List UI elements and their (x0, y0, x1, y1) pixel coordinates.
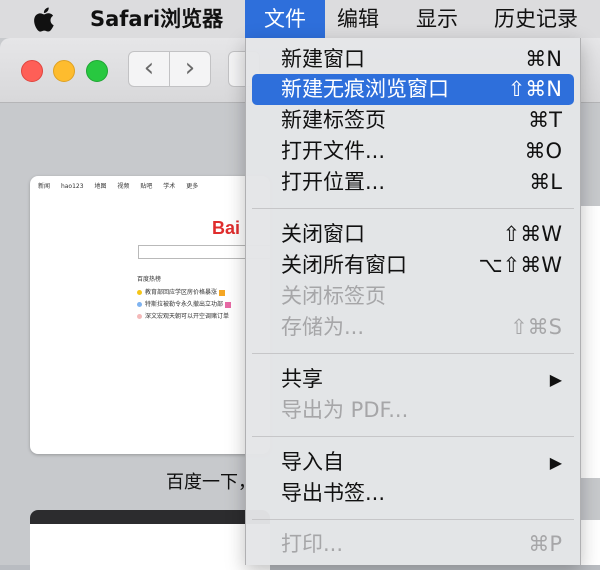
menu-item-close-tab: 关闭标签页 (281, 284, 386, 308)
menu-item-export-pdf: 导出为 PDF... (281, 398, 409, 422)
rank-dot-icon (137, 302, 142, 307)
minimize-window-button[interactable] (53, 60, 75, 82)
zoom-window-button[interactable] (86, 60, 108, 82)
submenu-arrow-icon: ▶ (549, 370, 562, 389)
shortcut: ⌘N (525, 47, 562, 71)
menu-item-close-window[interactable]: 关闭窗口 ⇧⌘W (252, 219, 574, 250)
shortcut: ⌘L (529, 170, 562, 194)
thumbnail-nav-link: 地图 (94, 183, 107, 190)
forward-button[interactable]: › (169, 51, 211, 87)
thumbnail-nav-link: 学术 (163, 183, 176, 190)
hot-list-item: 深文宏观天朝可以开空调赌订单 (137, 311, 229, 320)
menu-item-open-location[interactable]: 打开位置... ⌘L (252, 167, 574, 198)
menu-item-export-bookmarks[interactable]: 导出书签... (252, 478, 574, 509)
rank-dot-icon (137, 314, 142, 319)
chevron-right-icon: › (184, 53, 196, 83)
menu-separator (252, 208, 574, 209)
menu-item-save-as: 存储为... ⇧⌘S (252, 312, 574, 343)
thumbnail-nav-link: 视频 (117, 183, 130, 190)
shortcut: ⇧⌘S (510, 315, 562, 339)
menu-item-print: 打印... ⌘P (252, 529, 574, 560)
menu-item-new-tab[interactable]: 新建标签页 ⌘T (252, 105, 574, 136)
site-thumbnail-2[interactable] (30, 510, 270, 570)
shortcut: ⇧⌘N (507, 77, 562, 101)
hot-list-item: 教育部回应学区房价格暴涨 (137, 287, 226, 296)
window-edge (580, 520, 600, 565)
menu-bar: Safari浏览器 文件 编辑 显示 历史记录 (0, 0, 600, 38)
menu-item-close-all-windows[interactable]: 关闭所有窗口 ⌥⇧⌘W (252, 250, 574, 281)
submenu-arrow-icon: ▶ (549, 453, 562, 472)
thumbnail-nav-link: 新闻 (38, 183, 51, 190)
shortcut: ⌘P (528, 532, 562, 556)
thumbnail-nav-link: 更多 (186, 183, 199, 190)
menu-separator (252, 353, 574, 354)
baidu-logo: Bai (212, 218, 241, 238)
hot-tag-icon (219, 289, 226, 296)
chevron-left-icon: ‹ (143, 53, 155, 83)
shortcut: ⌥⇧⌘W (478, 253, 562, 277)
menu-separator (252, 436, 574, 437)
file-menu-dropdown: 新建窗口 ⌘N 新建无痕浏览窗口 ⇧⌘N 新建标签页 ⌘T 打开文件... ⌘O 打开位… (245, 38, 581, 565)
menu-item-new-window[interactable]: 新建窗口 ⌘N (252, 44, 574, 75)
hot-list-title: 百度热榜 (137, 276, 162, 283)
window-edge (580, 206, 600, 478)
shortcut: ⌘O (524, 139, 562, 163)
menu-item-open-file[interactable]: 打开文件... ⌘O (252, 136, 574, 167)
menu-file[interactable]: 文件 (245, 0, 325, 38)
close-window-button[interactable] (21, 60, 43, 82)
back-button[interactable]: ‹ (128, 51, 170, 87)
thumbnail-caption: 百度一下， (166, 472, 256, 493)
apple-icon[interactable] (30, 3, 60, 35)
thumbnail-header (30, 510, 270, 524)
menu-item-import-from[interactable]: 导入自 ▶ (252, 447, 574, 478)
menu-separator (252, 519, 574, 520)
shortcut: ⇧⌘W (502, 222, 562, 246)
site-thumbnail[interactable]: 新闻 hao123 地图 视频 贴吧 学术 更多 Bai 百度热榜 教育部回应学… (30, 176, 270, 454)
menu-history[interactable]: 历史记录 (480, 0, 592, 38)
menu-item-new-private-window[interactable]: 新建无痕浏览窗口 ⇧⌘N (252, 74, 574, 105)
thumbnail-nav: 新闻 hao123 地图 视频 贴吧 学术 更多 (38, 181, 207, 190)
shortcut: ⌘T (528, 108, 562, 132)
menu-view[interactable]: 显示 (402, 0, 472, 38)
menu-edit[interactable]: 编辑 (323, 0, 393, 38)
thumbnail-nav-link: hao123 (60, 183, 84, 190)
rank-dot-icon (137, 290, 142, 295)
thumbnail-nav-link: 贴吧 (140, 183, 153, 190)
menu-item-share[interactable]: 共享 ▶ (252, 364, 574, 395)
new-tag-icon (225, 301, 232, 308)
menu-app-name[interactable]: Safari浏览器 (76, 0, 237, 38)
hot-list-item: 特斯拉被勒令永久撤出立功部 (137, 299, 232, 308)
